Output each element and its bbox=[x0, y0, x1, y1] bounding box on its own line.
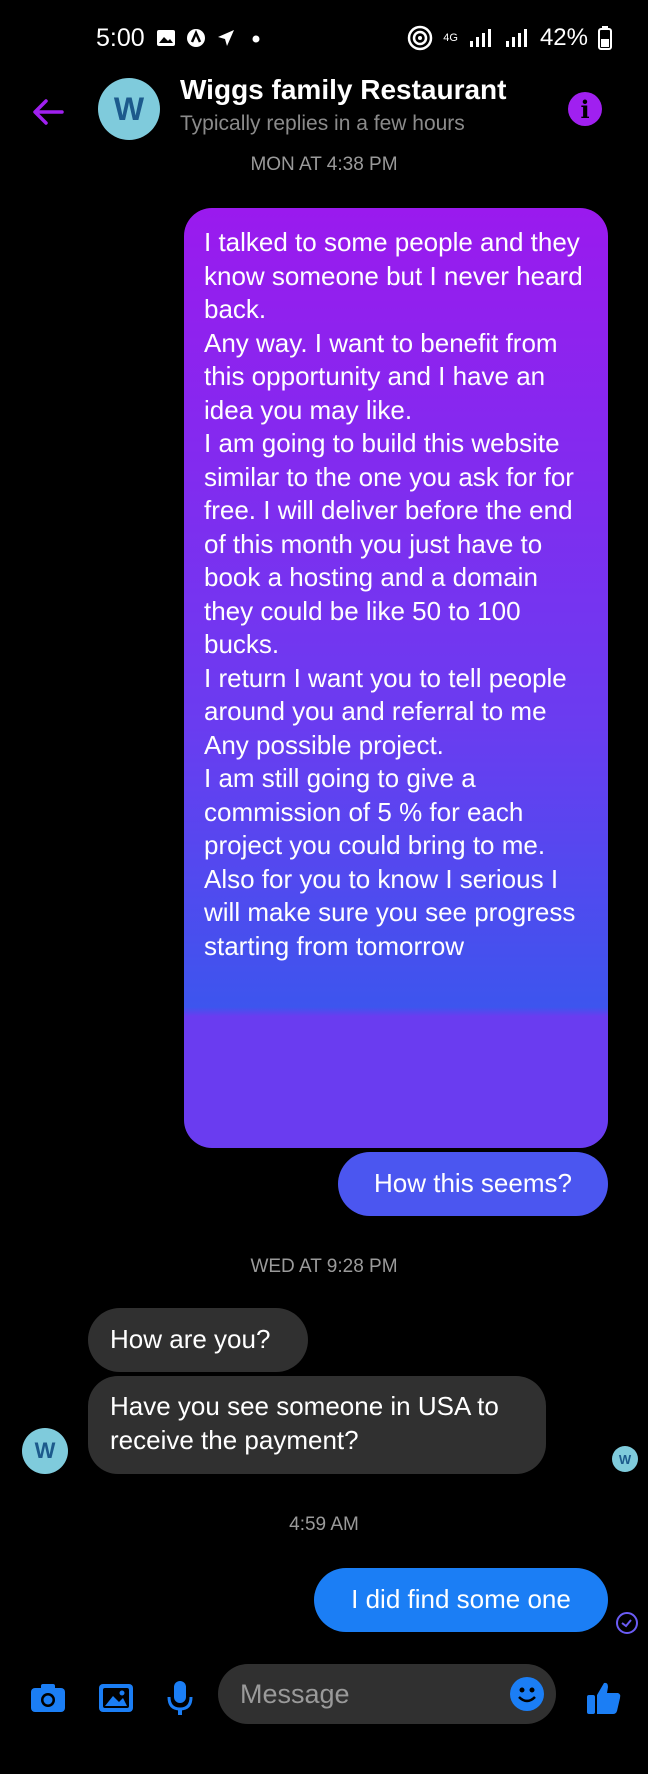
message-input[interactable] bbox=[218, 1664, 556, 1724]
signal-icon-2 bbox=[505, 29, 527, 47]
timestamp: WED AT 9:28 PM bbox=[250, 1256, 398, 1277]
seen-indicator-avatar: W bbox=[612, 1446, 638, 1472]
timestamp: 4:59 AM bbox=[289, 1514, 359, 1535]
message-text: How this seems? bbox=[374, 1168, 572, 1199]
gallery-icon[interactable] bbox=[96, 1678, 136, 1718]
app-notification-icon bbox=[187, 29, 205, 47]
incoming-message[interactable]: How are you? bbox=[88, 1308, 308, 1372]
network-type: 4G bbox=[443, 31, 458, 44]
info-icon[interactable]: i bbox=[568, 92, 602, 126]
incoming-message[interactable]: Have you see someone in USA to receive t… bbox=[88, 1376, 546, 1474]
status-right: 4G 42% bbox=[407, 24, 612, 52]
status-bar: 5:00 4G 42% bbox=[0, 0, 648, 72]
gallery-notification-icon bbox=[157, 30, 175, 46]
battery-icon bbox=[598, 26, 612, 50]
conversation-header: W Wiggs family Restaurant Typically repl… bbox=[0, 72, 648, 162]
like-thumb-icon[interactable] bbox=[584, 1678, 624, 1718]
hotspot-icon bbox=[408, 25, 433, 51]
status-time: 5:00 bbox=[96, 24, 145, 52]
contact-name[interactable]: Wiggs family Restaurant bbox=[180, 74, 506, 106]
notification-icons bbox=[156, 28, 266, 48]
microphone-icon[interactable] bbox=[160, 1678, 200, 1718]
message-text: I did find some one bbox=[351, 1584, 571, 1615]
send-notification-icon bbox=[218, 30, 234, 46]
message-composer bbox=[0, 1664, 648, 1736]
timestamp: MON AT 4:38 PM bbox=[250, 154, 398, 175]
signal-icon bbox=[469, 29, 491, 47]
outgoing-message[interactable]: I talked to some people and they know so… bbox=[184, 208, 608, 1148]
back-arrow-icon[interactable] bbox=[30, 94, 66, 130]
outgoing-message[interactable]: How this seems? bbox=[338, 1152, 608, 1216]
outgoing-message[interactable]: I did find some one bbox=[314, 1568, 608, 1632]
camera-icon[interactable] bbox=[28, 1678, 68, 1718]
avatar[interactable]: W bbox=[98, 78, 160, 140]
message-text: How are you? bbox=[110, 1324, 271, 1355]
dot-icon bbox=[252, 35, 260, 43]
battery-percent: 42% bbox=[539, 24, 588, 51]
response-time: Typically replies in a few hours bbox=[180, 112, 465, 135]
sender-avatar[interactable]: W bbox=[22, 1428, 68, 1474]
sent-check-icon bbox=[616, 1612, 638, 1634]
emoji-icon[interactable] bbox=[510, 1677, 544, 1711]
